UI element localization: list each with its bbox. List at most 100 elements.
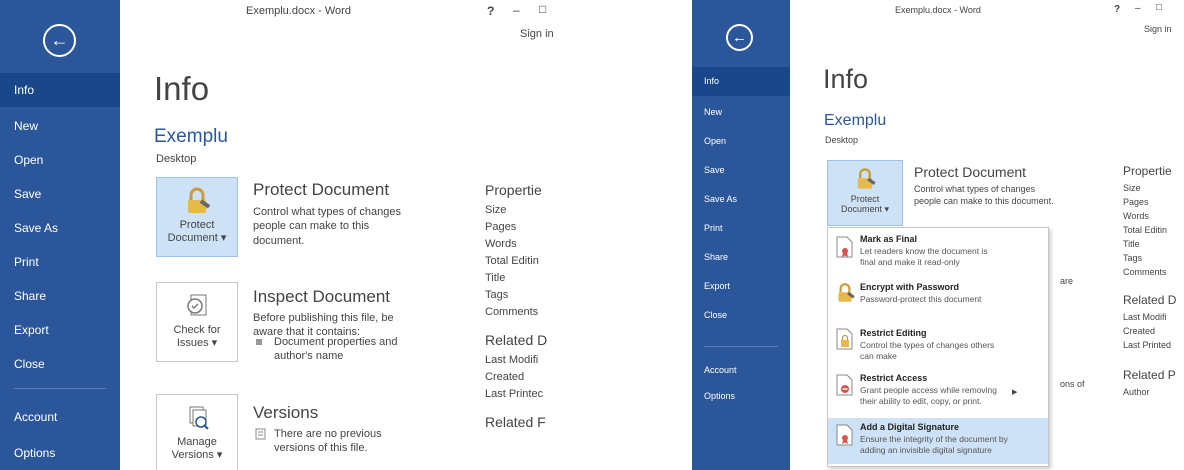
nav-save[interactable]: Save [0, 177, 120, 211]
protect-document-title-right: Protect Document [914, 164, 1027, 180]
prop-author-right: Author [1123, 387, 1150, 397]
prop-last-printed: Last Printec [485, 388, 544, 400]
nav-share-right[interactable]: Share [692, 243, 790, 272]
sign-in-link[interactable]: Sign in [520, 28, 553, 40]
protect-tile-label-2-right: Document ▾ [840, 204, 890, 214]
lock-key-icon-menu [838, 283, 855, 302]
manage-versions-button[interactable]: Manage Versions ▾ [156, 394, 238, 470]
help-button[interactable]: ? [487, 4, 494, 18]
prop-last-modified: Last Modifi [485, 354, 539, 366]
nav-share[interactable]: Share [0, 279, 120, 313]
nav-separator [14, 388, 106, 389]
nav-export-right[interactable]: Export [692, 272, 790, 301]
restrict-editing-icon [836, 328, 853, 350]
check-for-issues-button[interactable]: Check for Issues ▾ [156, 282, 238, 362]
menu-encrypt-desc: Password-protect this document [860, 294, 982, 304]
related-people-header: Related F [485, 414, 546, 430]
nav-close[interactable]: Close [0, 347, 120, 381]
bullet-icon [256, 339, 262, 345]
protect-document-desc: Control what types of changes people can… [253, 206, 401, 247]
menu-add-digital-signature[interactable]: Add a Digital Signature Ensure the integ… [828, 418, 1048, 464]
menu-restrict-editing-title: Restrict Editing [860, 328, 927, 338]
right-word-window: ← Info New Open Save Save As Print Share… [692, 0, 1184, 470]
prop-total-editing: Total Editin [485, 255, 539, 267]
inspect-tile-label-1: Check for [173, 324, 221, 336]
document-location-right: Desktop [825, 135, 859, 145]
versions-tile-label-2: Versions ▾ [171, 449, 223, 461]
protect-document-desc-right: Control what types of changes people can… [914, 184, 1054, 206]
prop-total-editing-right: Total Editin [1123, 225, 1168, 235]
related-dates-header: Related D [485, 332, 548, 348]
protect-document-button[interactable]: Protect Document ▾ [156, 177, 238, 257]
menu-restrict-editing[interactable]: Restrict Editing Control the types of ch… [828, 322, 1048, 366]
prop-comments: Comments [485, 306, 539, 318]
restore-button[interactable]: □ [539, 2, 546, 16]
nav-print[interactable]: Print [0, 245, 120, 279]
properties-header-right[interactable]: Propertie [1123, 164, 1184, 178]
menu-restrict-access-desc: Grant people access while removing their… [860, 385, 998, 406]
menu-digital-signature-title: Add a Digital Signature [860, 422, 960, 432]
inspect-document-title: Inspect Document [253, 287, 391, 306]
help-button-right[interactable]: ? [1114, 4, 1120, 15]
menu-restrict-access-title: Restrict Access [860, 373, 928, 383]
inspect-document-icon [187, 294, 207, 316]
prop-pages: Pages [485, 221, 517, 233]
nav-save-as[interactable]: Save As [0, 211, 120, 245]
restrict-access-icon [836, 374, 853, 396]
nav-info-right[interactable]: Info [692, 67, 790, 96]
nav-save-as-right[interactable]: Save As [692, 185, 790, 214]
nav-options-right[interactable]: Options [692, 382, 790, 411]
sign-in-link-right[interactable]: Sign in [1144, 24, 1172, 34]
versions-tile-label-1: Manage [177, 436, 217, 448]
protect-tile-label-1: Protect [179, 219, 215, 231]
versions-icon [189, 406, 209, 430]
protect-document-button-right[interactable]: Protect Document ▾ [827, 160, 903, 226]
partial-aware-text: are [1060, 276, 1074, 286]
prop-created: Created [485, 371, 525, 383]
menu-encrypt-title: Encrypt with Password [860, 282, 960, 292]
nav-save-right[interactable]: Save [692, 156, 790, 185]
backstage-sidebar-right: ← Info New Open Save Save As Print Share… [692, 0, 790, 470]
prop-pages-right: Pages [1123, 197, 1149, 207]
menu-encrypt-with-password[interactable]: Encrypt with Password Password-protect t… [828, 276, 1048, 312]
minimize-button-right[interactable]: – [1135, 3, 1141, 14]
nav-account-right[interactable]: Account [692, 356, 790, 385]
nav-export[interactable]: Export [0, 313, 120, 347]
prop-comments-right: Comments [1123, 267, 1167, 277]
nav-open-right[interactable]: Open [692, 127, 790, 156]
partial-versions-text: ons of [1060, 379, 1085, 389]
inspect-bullet-text: Document properties and author's name [274, 336, 398, 363]
prop-title: Title [485, 272, 506, 284]
menu-mark-as-final-desc: Let readers know the document is final a… [860, 246, 988, 267]
menu-mark-as-final[interactable]: Mark as Final Let readers know the docum… [828, 230, 1048, 274]
nav-print-right[interactable]: Print [692, 214, 790, 243]
protect-tile-label-2: Document ▾ [167, 232, 227, 244]
digital-signature-icon [836, 424, 853, 446]
nav-close-right[interactable]: Close [692, 301, 790, 330]
related-people-header-right: Related P [1123, 368, 1176, 382]
prop-last-printed-right: Last Printed [1123, 340, 1172, 350]
prop-title-right: Title [1123, 239, 1140, 249]
lock-key-icon [188, 187, 211, 213]
nav-info[interactable]: Info [0, 73, 120, 107]
nav-separator-right [704, 346, 778, 347]
document-location: Desktop [156, 153, 197, 165]
protect-document-menu: Mark as Final Let readers know the docum… [827, 227, 1049, 467]
no-versions-icon [255, 428, 266, 440]
back-arrow-icon-right[interactable]: ← [726, 24, 753, 51]
properties-column: Propertie Size Pages Words Total Editin … [485, 182, 553, 430]
nav-new[interactable]: New [0, 109, 120, 143]
minimize-button[interactable]: – [513, 3, 520, 17]
nav-new-right[interactable]: New [692, 98, 790, 127]
properties-header[interactable]: Propertie [485, 182, 553, 198]
left-word-window: ← Info New Open Save Save As Print Share… [0, 0, 553, 470]
page-title: Info [154, 70, 210, 107]
back-arrow-icon[interactable]: ← [43, 24, 76, 57]
menu-restrict-access[interactable]: Restrict Access Grant people access whil… [828, 368, 1048, 416]
properties-column-right: Propertie Size Pages Words Total Editin … [1123, 164, 1184, 397]
nav-open[interactable]: Open [0, 143, 120, 177]
nav-options[interactable]: Options [0, 436, 120, 470]
versions-desc: There are no previous versions of this f… [274, 428, 382, 455]
nav-account[interactable]: Account [0, 400, 120, 434]
restore-button-right[interactable]: □ [1156, 2, 1162, 13]
